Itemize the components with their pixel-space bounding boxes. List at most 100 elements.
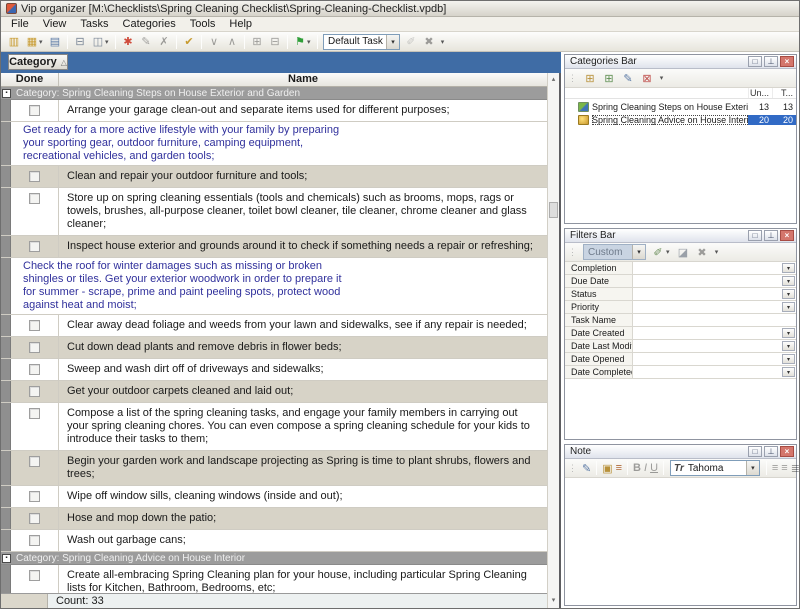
filter-dropdown-icon[interactable]: ▾: [782, 263, 795, 273]
task-checkbox[interactable]: [29, 320, 40, 331]
category-item[interactable]: Spring Cleaning Advice on House Interior…: [565, 113, 796, 126]
edit-note-icon[interactable]: ✎: [581, 460, 592, 476]
scrollbar-thumb[interactable]: [549, 202, 558, 218]
new-database-icon[interactable]: ▥: [5, 34, 23, 50]
filter-dropdown-icon[interactable]: ▾: [782, 354, 795, 364]
filter-dropdown-icon[interactable]: ▾: [782, 289, 795, 299]
complete-task-icon[interactable]: ✔: [180, 34, 198, 50]
task-checkbox[interactable]: [29, 171, 40, 182]
menu-view[interactable]: View: [36, 17, 74, 31]
filter-value-field[interactable]: [633, 288, 781, 300]
task-row[interactable]: Inspect house exterior and grounds aroun…: [1, 236, 547, 258]
task-checkbox[interactable]: [29, 570, 40, 581]
menu-tools[interactable]: Tools: [183, 17, 223, 31]
filter-value-field[interactable]: [633, 301, 781, 313]
task-checkbox[interactable]: [29, 386, 40, 397]
filter-dropdown-icon[interactable]: ▾: [782, 328, 795, 338]
done-column-header[interactable]: Done: [1, 73, 59, 86]
task-template-combo[interactable]: Default Task▾: [323, 34, 400, 50]
task-checkbox[interactable]: [29, 241, 40, 252]
task-checkbox[interactable]: [29, 105, 40, 116]
combo-dropdown-icon[interactable]: ▾: [746, 461, 759, 475]
task-checkbox[interactable]: [29, 491, 40, 502]
task-checkbox[interactable]: [29, 193, 40, 204]
scroll-down-icon[interactable]: ▾: [552, 596, 556, 605]
task-row[interactable]: Wash out garbage cans;: [1, 530, 547, 552]
note-row[interactable]: Check the roof for winter damages such a…: [1, 258, 547, 315]
filter-value-field[interactable]: [633, 262, 781, 274]
dropdown-caret-icon[interactable]: ▾: [105, 38, 112, 46]
add-subcategory-icon[interactable]: ⊞: [600, 70, 618, 86]
combo-dropdown-icon[interactable]: ▾: [632, 245, 645, 259]
task-checkbox[interactable]: [29, 513, 40, 524]
collapse-group-icon[interactable]: ▪: [2, 554, 11, 563]
category-row[interactable]: ▪Category: Spring Cleaning Steps on Hous…: [1, 87, 547, 100]
task-checkbox[interactable]: [29, 342, 40, 353]
print-icon[interactable]: ⊟: [71, 34, 89, 50]
filter-value-field[interactable]: [633, 314, 796, 326]
close-panel-icon[interactable]: ×: [780, 230, 794, 241]
uncompleted-column-header[interactable]: Un...: [748, 88, 772, 98]
task-row[interactable]: Get your outdoor carpets cleaned and lai…: [1, 381, 547, 403]
task-checkbox[interactable]: [29, 364, 40, 375]
note-row[interactable]: Get ready for a more active lifestyle wi…: [1, 122, 547, 166]
filter-dropdown-icon[interactable]: ▾: [782, 367, 795, 377]
task-row[interactable]: Begin your garden work and landscape pro…: [1, 451, 547, 486]
dropdown-caret-icon[interactable]: ▾: [307, 38, 314, 46]
maximize-panel-icon[interactable]: □: [748, 230, 762, 241]
close-panel-icon[interactable]: ×: [780, 56, 794, 67]
task-row[interactable]: Compose a list of the spring cleaning ta…: [1, 403, 547, 451]
delete-category-icon[interactable]: ⊠: [638, 70, 656, 86]
category-item[interactable]: Spring Cleaning Steps on House Exterior …: [565, 100, 796, 113]
pin-panel-icon[interactable]: ⊥: [764, 56, 778, 67]
collapse-group-icon[interactable]: ▪: [2, 89, 11, 98]
filter-dropdown-icon[interactable]: ▾: [782, 302, 795, 312]
filter-dropdown-icon[interactable]: ▾: [782, 276, 795, 286]
new-task-icon[interactable]: ✱: [119, 34, 137, 50]
total-column-header[interactable]: T...: [772, 88, 796, 98]
note-editor[interactable]: [565, 478, 796, 605]
filter-dropdown-icon[interactable]: ▾: [782, 341, 795, 351]
maximize-panel-icon[interactable]: □: [748, 56, 762, 67]
task-row[interactable]: Clean and repair your outdoor furniture …: [1, 166, 547, 188]
filter-value-field[interactable]: [633, 340, 781, 352]
category-sort-button[interactable]: Category △: [8, 54, 68, 70]
pin-panel-icon[interactable]: ⊥: [764, 230, 778, 241]
filter-preset-combo[interactable]: Custom▾: [583, 244, 646, 260]
filter-value-field[interactable]: [633, 366, 781, 378]
insert-field-icon[interactable]: ≡: [615, 460, 623, 476]
dropdown-caret-icon[interactable]: ▾: [39, 38, 46, 46]
dropdown-caret-icon[interactable]: ▾: [666, 248, 673, 256]
task-row[interactable]: Create all-embracing Spring Cleaning pla…: [1, 565, 547, 593]
task-row[interactable]: Store up on spring cleaning essentials (…: [1, 188, 547, 236]
task-row[interactable]: Clear away dead foliage and weeds from y…: [1, 315, 547, 337]
task-row[interactable]: Sweep and wash dirt off of driveways and…: [1, 359, 547, 381]
filter-value-field[interactable]: [633, 275, 781, 287]
close-panel-icon[interactable]: ×: [780, 446, 794, 457]
menu-file[interactable]: File: [4, 17, 36, 31]
maximize-panel-icon[interactable]: □: [748, 446, 762, 457]
add-category-icon[interactable]: ⊞: [581, 70, 599, 86]
combo-dropdown-icon[interactable]: ▾: [386, 35, 399, 49]
task-checkbox[interactable]: [29, 408, 40, 419]
task-checkbox[interactable]: [29, 535, 40, 546]
insert-object-icon[interactable]: ▣: [601, 460, 613, 476]
menu-help[interactable]: Help: [222, 17, 259, 31]
scroll-up-icon[interactable]: ▴: [552, 75, 556, 84]
overflow-caret-icon[interactable]: ▾: [657, 74, 666, 82]
task-row[interactable]: Wipe off window sills, cleaning windows …: [1, 486, 547, 508]
category-row[interactable]: ▪Category: Spring Cleaning Advice on Hou…: [1, 552, 547, 565]
save-database-icon[interactable]: ▤: [46, 34, 64, 50]
menu-tasks[interactable]: Tasks: [73, 17, 115, 31]
filter-value-field[interactable]: [633, 327, 781, 339]
task-row[interactable]: Arrange your garage clean-out and separa…: [1, 100, 547, 122]
vertical-scrollbar[interactable]: ▴ ▾: [547, 73, 561, 608]
font-family-combo[interactable]: TrTahoma▾: [670, 460, 760, 476]
filter-value-field[interactable]: [633, 353, 781, 365]
task-checkbox[interactable]: [29, 456, 40, 467]
edit-category-icon[interactable]: ✎: [619, 70, 637, 86]
save-filter-icon[interactable]: ✐: [649, 244, 667, 260]
task-row[interactable]: Cut down dead plants and remove debris i…: [1, 337, 547, 359]
overflow-caret-icon[interactable]: ▾: [438, 38, 447, 46]
overflow-caret-icon[interactable]: ▾: [712, 248, 721, 256]
